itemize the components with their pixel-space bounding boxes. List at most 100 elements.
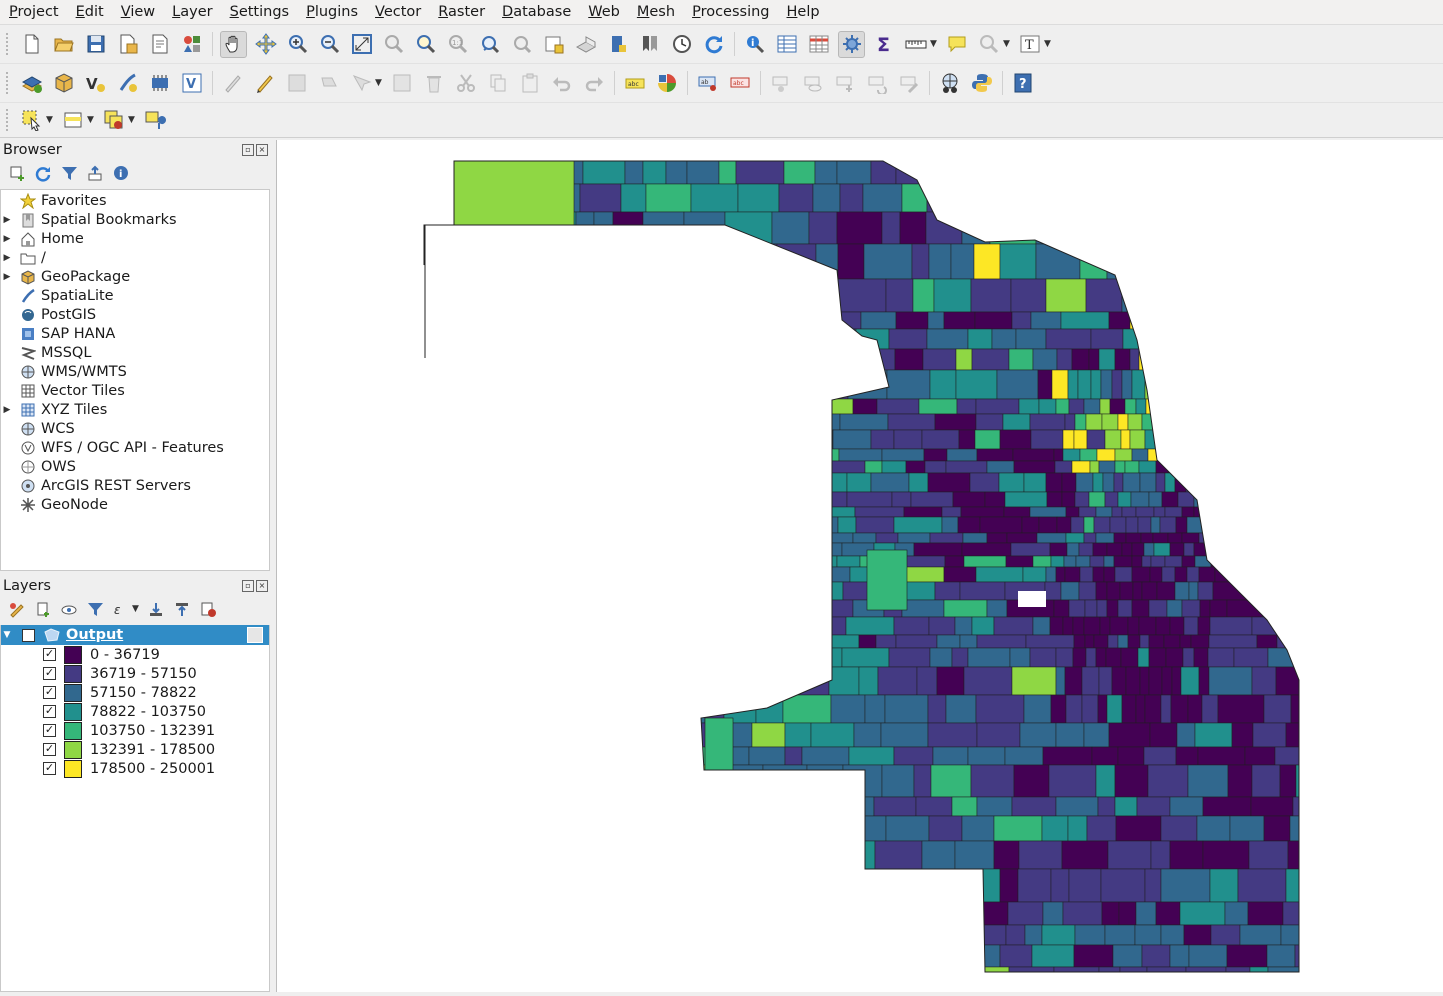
toolbar-grip[interactable] [6, 33, 12, 55]
attribute-table-icon[interactable] [774, 31, 800, 57]
new-shapefile-layer-icon[interactable]: V [83, 70, 109, 96]
browser-item-xyz-tiles[interactable]: ▶ XYZ Tiles [1, 400, 269, 419]
legend-class-row[interactable]: ✓ 178500 - 250001 [1, 759, 269, 778]
menu-settings[interactable]: Settings [221, 0, 298, 24]
legend-class-row[interactable]: ✓ 0 - 36719 [1, 645, 269, 664]
browser-item-sap-hana[interactable]: SAP HANA [1, 324, 269, 343]
label-rotate-icon[interactable] [864, 70, 890, 96]
browser-item-wms-wmts[interactable]: WMS/WMTS [1, 362, 269, 381]
show-bookmarks-icon[interactable] [637, 31, 663, 57]
legend-class-row[interactable]: ✓ 78822 - 103750 [1, 702, 269, 721]
browser-item-spatial-bookmarks[interactable]: ▶ Spatial Bookmarks [1, 210, 269, 229]
collapse-all-icon[interactable] [85, 163, 105, 183]
zoom-to-selection-icon[interactable] [381, 31, 407, 57]
toolbar-grip[interactable] [6, 109, 12, 131]
layer-options-indicator-icon[interactable] [247, 627, 263, 643]
statistics-sigma-icon[interactable]: Σ [871, 31, 897, 57]
label-change-icon[interactable] [896, 70, 922, 96]
expand-arrow-icon[interactable]: ▶ [1, 405, 13, 415]
temporal-controller-icon[interactable] [669, 31, 695, 57]
label-toolbar-icon[interactable]: abc [622, 70, 648, 96]
vertex-dropdown-icon[interactable]: ▼ [375, 78, 383, 88]
menu-plugins[interactable]: Plugins [297, 0, 366, 24]
menu-help[interactable]: Help [778, 0, 828, 24]
legend-class-row[interactable]: ✓ 57150 - 78822 [1, 683, 269, 702]
new-bookmark-icon[interactable] [605, 31, 631, 57]
undo-icon[interactable] [549, 70, 575, 96]
close-panel-icon[interactable]: × [256, 144, 268, 156]
save-project-icon[interactable] [83, 31, 109, 57]
select-value-dropdown-icon[interactable]: ▼ [87, 115, 95, 125]
filter-expression-icon[interactable]: ε [111, 599, 131, 619]
float-panel-icon[interactable]: ▫ [242, 144, 254, 156]
legend-class-row[interactable]: ✓ 103750 - 132391 [1, 721, 269, 740]
zoom-last-icon[interactable] [477, 31, 503, 57]
filter-browser-icon[interactable] [59, 163, 79, 183]
new-map-view-icon[interactable] [541, 31, 567, 57]
paste-features-icon[interactable] [517, 70, 543, 96]
menu-vector[interactable]: Vector [366, 0, 429, 24]
browser-item-[interactable]: ▶ / [1, 248, 269, 267]
add-layer-icon[interactable] [7, 163, 27, 183]
browser-item-vector-tiles[interactable]: Vector Tiles [1, 381, 269, 400]
expand-arrow-icon[interactable]: ▶ [1, 272, 13, 282]
class-visibility-checkbox[interactable]: ✓ [43, 743, 56, 756]
menu-edit[interactable]: Edit [67, 0, 112, 24]
zoom-in-icon[interactable] [285, 31, 311, 57]
zoom-to-layer-icon[interactable] [413, 31, 439, 57]
qms-globe-icon[interactable] [937, 70, 963, 96]
cut-features-icon[interactable] [453, 70, 479, 96]
menu-project[interactable]: Project [0, 0, 67, 24]
label-show-hide-icon[interactable]: abc [727, 70, 753, 96]
toggle-editing-pencil-icon[interactable] [252, 70, 278, 96]
browser-item-mssql[interactable]: MSSQL [1, 343, 269, 362]
collapse-all-layers-icon[interactable] [172, 599, 192, 619]
menu-processing[interactable]: Processing [683, 0, 777, 24]
field-calculator-icon[interactable] [806, 31, 832, 57]
select-by-value-icon[interactable] [60, 107, 86, 133]
manage-themes-eye-icon[interactable] [59, 599, 79, 619]
class-visibility-checkbox[interactable]: ✓ [43, 724, 56, 737]
expand-arrow-icon[interactable]: ▶ [1, 215, 13, 225]
float-panel-icon[interactable]: ▫ [242, 580, 254, 592]
menu-raster[interactable]: Raster [429, 0, 493, 24]
redo-icon[interactable] [581, 70, 607, 96]
menu-view[interactable]: View [112, 0, 163, 24]
zoom-next-icon[interactable] [509, 31, 535, 57]
processing-toolbox-icon[interactable] [838, 30, 865, 58]
add-group-icon[interactable] [33, 599, 53, 619]
browser-item-wfs-ogc-api-features[interactable]: WFS / OGC API - Features [1, 438, 269, 457]
annotation-dropdown-icon[interactable]: ▼ [1044, 39, 1052, 49]
class-visibility-checkbox[interactable]: ✓ [43, 762, 56, 775]
save-layer-edits-icon[interactable] [284, 70, 310, 96]
identify-features-icon[interactable]: i [742, 31, 768, 57]
expand-arrow-icon[interactable]: ▶ [1, 234, 13, 244]
legend-class-row[interactable]: ✓ 36719 - 57150 [1, 664, 269, 683]
python-console-icon[interactable] [969, 70, 995, 96]
menu-database[interactable]: Database [493, 0, 579, 24]
modify-attributes-icon[interactable] [389, 70, 415, 96]
save-as-icon[interactable] [115, 31, 141, 57]
collapse-arrow-icon[interactable]: ▼ [1, 630, 13, 640]
zoom-full-icon[interactable] [349, 31, 375, 57]
measure-dropdown-icon[interactable]: ▼ [930, 39, 938, 49]
select-features-icon[interactable] [19, 107, 45, 133]
layer-visibility-checkbox[interactable]: ✓ [22, 628, 35, 642]
delete-selected-icon[interactable] [421, 70, 447, 96]
browser-item-spatialite[interactable]: SpatiaLite [1, 286, 269, 305]
map-canvas[interactable] [276, 140, 1443, 992]
browser-item-arcgis-rest-servers[interactable]: ArcGIS REST Servers [1, 476, 269, 495]
menu-layer[interactable]: Layer [163, 0, 220, 24]
class-visibility-checkbox[interactable]: ✓ [43, 686, 56, 699]
menu-mesh[interactable]: Mesh [628, 0, 683, 24]
locator-dropdown-icon[interactable]: ▼ [1003, 39, 1011, 49]
select-by-location-icon[interactable] [142, 107, 168, 133]
add-feature-icon[interactable] [316, 70, 342, 96]
open-project-icon[interactable] [51, 31, 77, 57]
browser-item-home[interactable]: ▶ Home [1, 229, 269, 248]
new-geopackage-layer-icon[interactable] [51, 70, 77, 96]
zoom-native-icon[interactable]: 1:1 [445, 31, 471, 57]
layer-row-output[interactable]: ▼ ✓ Output [1, 625, 269, 645]
new-project-icon[interactable] [19, 31, 45, 57]
locator-zoom-icon[interactable] [976, 31, 1002, 57]
